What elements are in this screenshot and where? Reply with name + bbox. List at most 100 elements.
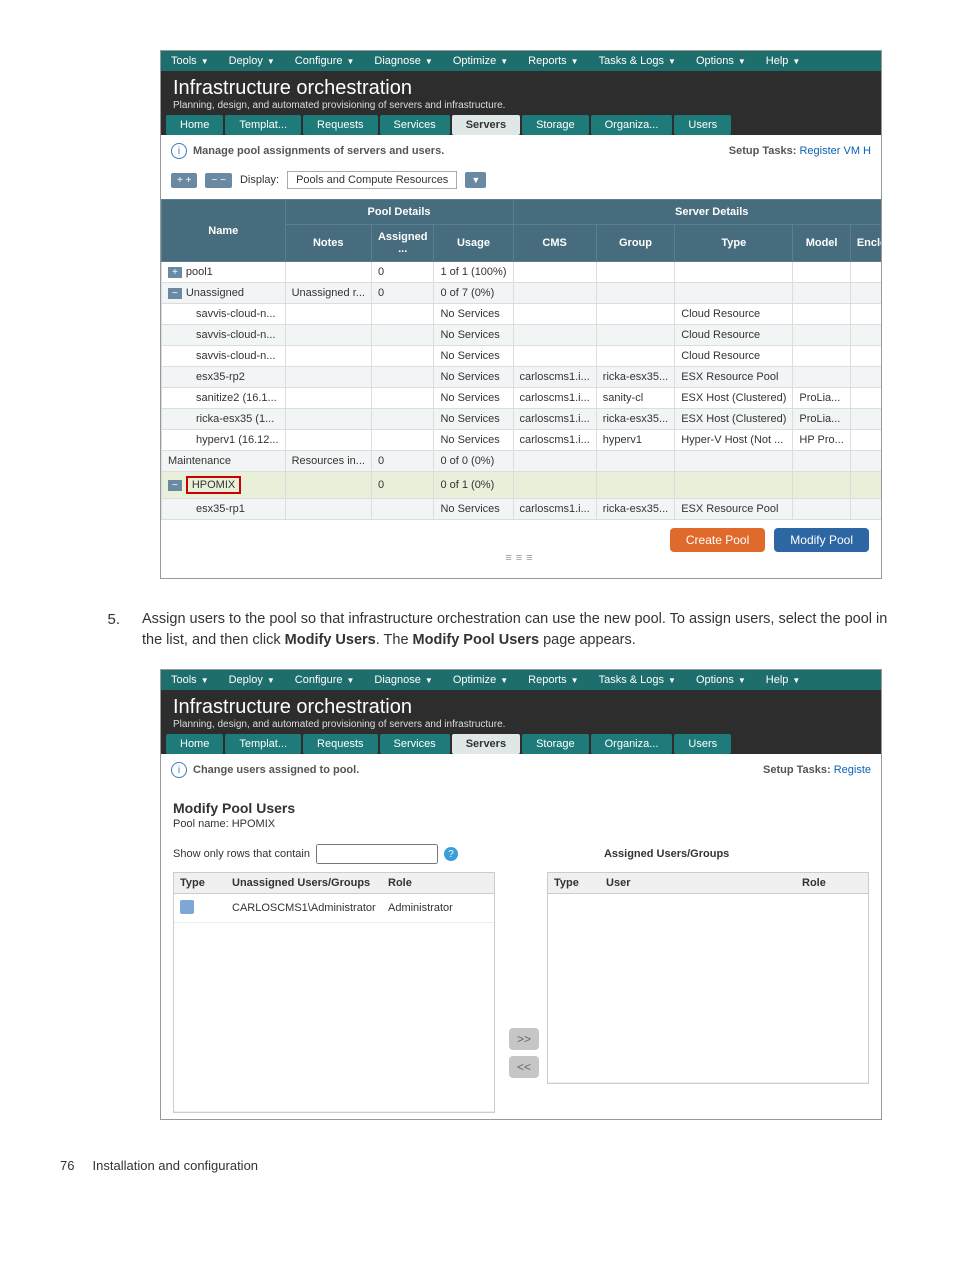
menu-deploy[interactable]: Deploy▼ xyxy=(219,51,285,71)
list-item[interactable]: CARLOSCMS1\Administrator Administrator xyxy=(174,894,494,923)
menu-help[interactable]: Help▼ xyxy=(756,51,811,71)
menu-optimize[interactable]: Optimize▼ xyxy=(443,670,518,690)
move-right-button[interactable]: >> xyxy=(509,1028,539,1050)
col-usage[interactable]: Usage xyxy=(434,225,513,262)
col-role[interactable]: Role xyxy=(796,873,868,894)
table-row[interactable]: hyperv1 (16.12...No Servicescarloscms1.i… xyxy=(162,430,883,451)
menu-tools[interactable]: Tools▼ xyxy=(161,670,219,690)
filter-label: Show only rows that contain xyxy=(173,848,310,860)
table-row[interactable]: esx35-rp2No Servicescarloscms1.i...ricka… xyxy=(162,367,883,388)
register-link[interactable]: Registe xyxy=(834,764,871,776)
menu-diagnose[interactable]: Diagnose▼ xyxy=(364,670,442,690)
tab-users[interactable]: Users xyxy=(674,734,731,754)
table-row[interactable]: savvis-cloud-n...No ServicesCloud Resour… xyxy=(162,325,883,346)
table-row[interactable]: −UnassignedUnassigned r...00 of 7 (0%) xyxy=(162,283,883,304)
tab-templates[interactable]: Templat... xyxy=(225,115,301,135)
menu-deploy[interactable]: Deploy▼ xyxy=(219,670,285,690)
chevron-down-icon: ▼ xyxy=(346,676,354,685)
tab-requests[interactable]: Requests xyxy=(303,115,377,135)
tab-organizations[interactable]: Organiza... xyxy=(591,115,673,135)
menu-reports[interactable]: Reports▼ xyxy=(518,670,588,690)
chevron-down-icon[interactable]: ▼ xyxy=(465,172,486,188)
col-notes[interactable]: Notes xyxy=(285,225,371,262)
tab-servers[interactable]: Servers xyxy=(452,115,520,135)
menu-configure[interactable]: Configure▼ xyxy=(285,670,365,690)
cell-group xyxy=(596,451,674,472)
cell-enclosure xyxy=(850,451,882,472)
menubar: Tools▼ Deploy▼ Configure▼ Diagnose▼ Opti… xyxy=(161,670,881,690)
table-row[interactable]: savvis-cloud-n...No ServicesCloud Resour… xyxy=(162,304,883,325)
tab-storage[interactable]: Storage xyxy=(522,115,589,135)
table-row[interactable]: ricka-esx35 (1...No Servicescarloscms1.i… xyxy=(162,409,883,430)
cell-assigned xyxy=(371,304,434,325)
menu-diagnose[interactable]: Diagnose▼ xyxy=(364,51,442,71)
col-cms[interactable]: CMS xyxy=(513,225,596,262)
tab-requests[interactable]: Requests xyxy=(303,734,377,754)
menu-reports[interactable]: Reports▼ xyxy=(518,51,588,71)
cell-name: −HPOMIX xyxy=(162,472,286,499)
step-bold: Modify Users xyxy=(285,632,376,648)
cell-cms: carloscms1.i... xyxy=(513,499,596,520)
col-type[interactable]: Type xyxy=(548,873,600,894)
col-unassigned-users[interactable]: Unassigned Users/Groups xyxy=(226,873,382,894)
register-vm-link[interactable]: Register VM H xyxy=(799,145,871,157)
menu-help[interactable]: Help▼ xyxy=(756,670,811,690)
tab-storage[interactable]: Storage xyxy=(522,734,589,754)
col-enclosure[interactable]: Enclosur xyxy=(850,225,882,262)
collapse-all-button[interactable]: − − xyxy=(205,173,231,188)
table-row[interactable]: savvis-cloud-n...No ServicesCloud Resour… xyxy=(162,346,883,367)
col-model[interactable]: Model xyxy=(793,225,850,262)
table-row[interactable]: +pool101 of 1 (100%) xyxy=(162,262,883,283)
col-assigned[interactable]: Assigned ... xyxy=(371,225,434,262)
table-row[interactable]: MaintenanceResources in...00 of 0 (0%) xyxy=(162,451,883,472)
cell-cms xyxy=(513,283,596,304)
col-type[interactable]: Type xyxy=(675,225,793,262)
col-role[interactable]: Role xyxy=(382,873,494,894)
menu-tools[interactable]: Tools▼ xyxy=(161,51,219,71)
chevron-down-icon: ▼ xyxy=(201,676,209,685)
menu-options[interactable]: Options▼ xyxy=(686,670,756,690)
help-icon[interactable]: ? xyxy=(444,847,458,861)
cell-cms xyxy=(513,346,596,367)
table-row[interactable]: sanitize2 (16.1...No Servicescarloscms1.… xyxy=(162,388,883,409)
cell-group: ricka-esx35... xyxy=(596,367,674,388)
resize-handle[interactable]: ≡≡≡ xyxy=(173,552,869,564)
tab-users[interactable]: Users xyxy=(674,115,731,135)
menu-configure[interactable]: Configure▼ xyxy=(285,51,365,71)
cell-usage: No Services xyxy=(434,325,513,346)
col-group[interactable]: Group xyxy=(596,225,674,262)
menu-tasks-logs[interactable]: Tasks & Logs▼ xyxy=(589,51,686,71)
tab-templates[interactable]: Templat... xyxy=(225,734,301,754)
filter-input[interactable] xyxy=(316,844,438,864)
tab-servers[interactable]: Servers xyxy=(452,734,520,754)
cell-group: ricka-esx35... xyxy=(596,499,674,520)
col-name[interactable]: Name xyxy=(162,200,286,262)
table-row[interactable]: −HPOMIX00 of 1 (0%) xyxy=(162,472,883,499)
expander-icon[interactable]: + xyxy=(168,267,182,278)
cell-type: Cloud Resource xyxy=(675,304,793,325)
tab-home[interactable]: Home xyxy=(166,734,223,754)
create-pool-button[interactable]: Create Pool xyxy=(670,528,765,552)
tab-home[interactable]: Home xyxy=(166,115,223,135)
table-row[interactable]: esx35-rp1No Servicescarloscms1.i...ricka… xyxy=(162,499,883,520)
menu-tasks-logs[interactable]: Tasks & Logs▼ xyxy=(589,670,686,690)
menu-optimize[interactable]: Optimize▼ xyxy=(443,51,518,71)
tab-services[interactable]: Services xyxy=(380,734,450,754)
cell-usage: No Services xyxy=(434,367,513,388)
expander-icon[interactable]: − xyxy=(168,480,182,491)
cell-cms: carloscms1.i... xyxy=(513,367,596,388)
cell-assigned xyxy=(371,430,434,451)
expand-all-button[interactable]: + + xyxy=(171,173,197,188)
expander-icon[interactable]: − xyxy=(168,288,182,299)
cell-notes: Unassigned r... xyxy=(285,283,371,304)
cell-assigned xyxy=(371,346,434,367)
modify-pool-button[interactable]: Modify Pool xyxy=(774,528,869,552)
display-select-value[interactable]: Pools and Compute Resources xyxy=(287,171,457,189)
col-type[interactable]: Type xyxy=(174,873,226,894)
move-left-button[interactable]: << xyxy=(509,1056,539,1078)
menu-options[interactable]: Options▼ xyxy=(686,51,756,71)
tab-organizations[interactable]: Organiza... xyxy=(591,734,673,754)
tab-services[interactable]: Services xyxy=(380,115,450,135)
col-user[interactable]: User xyxy=(600,873,796,894)
cell-group xyxy=(596,304,674,325)
